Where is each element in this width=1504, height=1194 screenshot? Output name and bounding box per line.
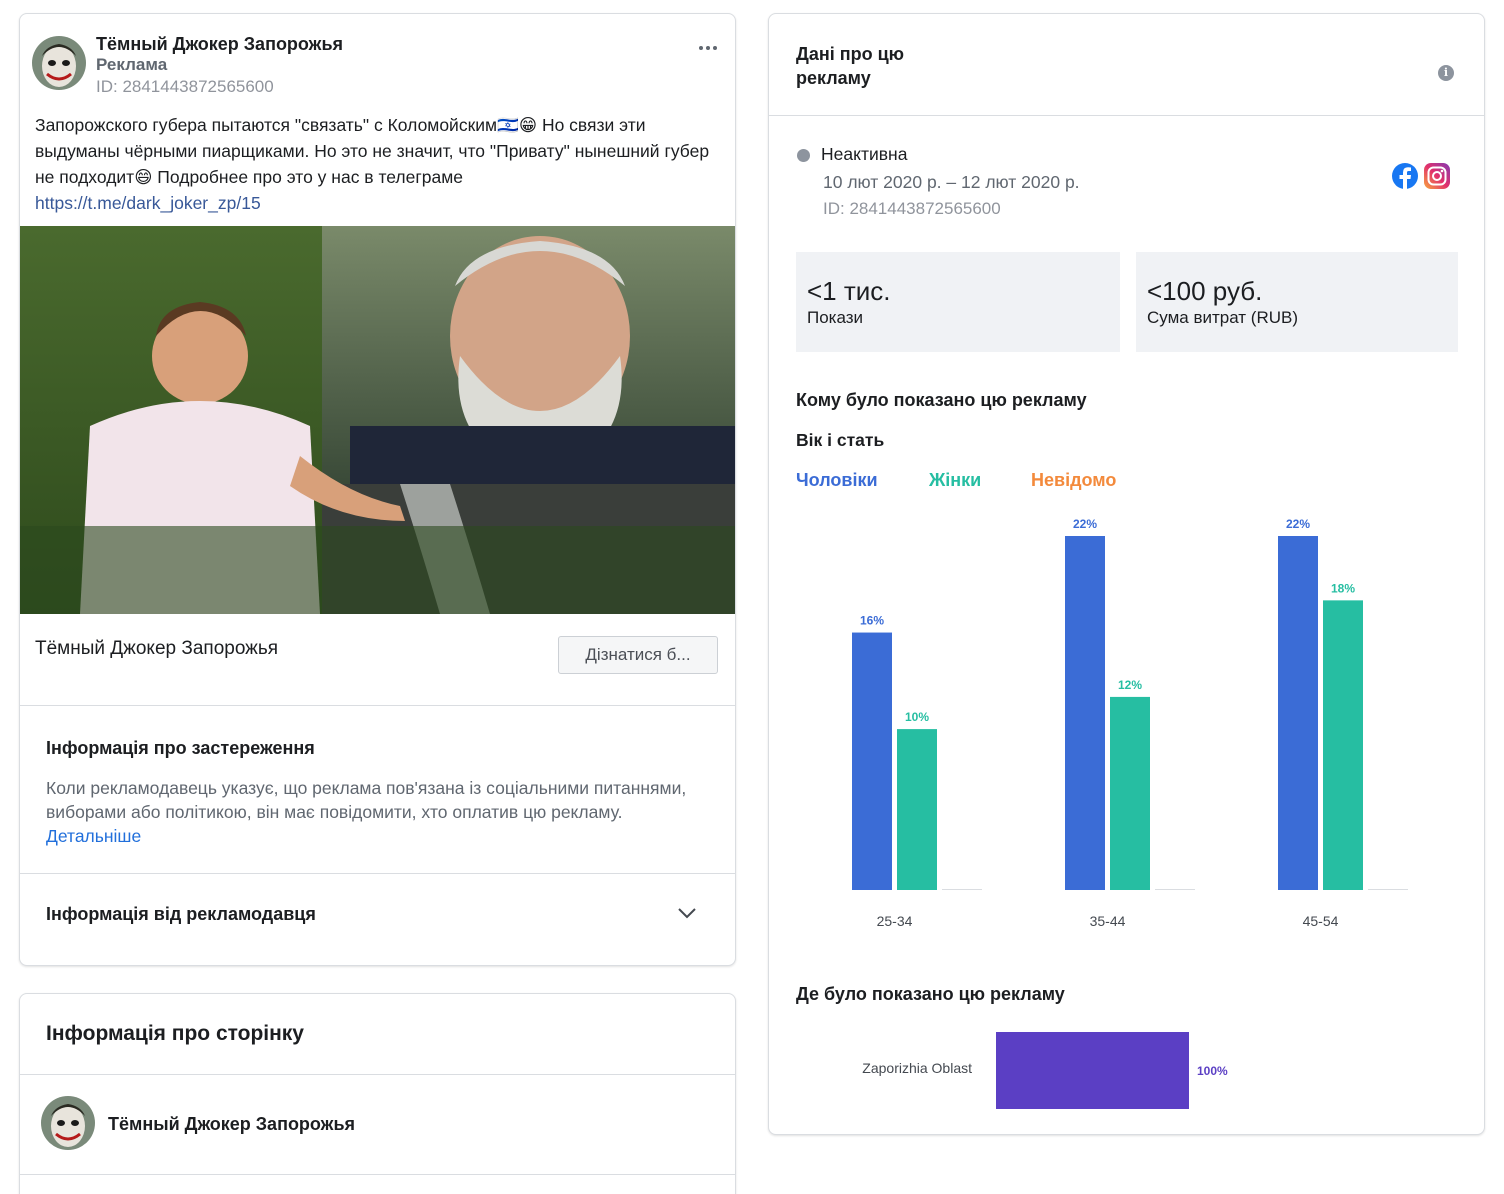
page-avatar[interactable] xyxy=(41,1096,95,1150)
info-icon[interactable]: i xyxy=(1438,65,1454,81)
bar-men-45-54[interactable] xyxy=(1278,536,1318,890)
page-info-title: Інформація про сторінку xyxy=(46,1022,304,1045)
bar-unknown-35-44[interactable] xyxy=(1155,889,1195,890)
age-gender-title: Вік і стать xyxy=(796,430,885,450)
tick-label-35-44: 35-44 xyxy=(1090,913,1126,929)
bar-label-men-45-54: 22% xyxy=(1286,517,1310,531)
disclaimer-text: Коли рекламодавець указує, що реклама по… xyxy=(46,778,687,822)
ad-body-text: Запорожского губера пытаются "связать" с… xyxy=(35,115,710,187)
details-ad-id: ID: 2841443872565600 xyxy=(823,199,1001,218)
page-info-row[interactable]: Тёмный Джокер Запорожья xyxy=(20,1075,735,1175)
bar-label-women-35-44: 12% xyxy=(1118,678,1142,692)
ad-body: Запорожского губера пытаются "связать" с… xyxy=(35,112,730,216)
bar-label-women-25-34: 10% xyxy=(905,710,929,724)
tick-label-25-34: 25-34 xyxy=(877,913,913,929)
region-bar[interactable] xyxy=(996,1032,1189,1109)
advertiser-info-section[interactable]: Інформація від рекламодавця xyxy=(20,874,735,965)
disclaimer-title: Інформація про застереження xyxy=(46,738,315,758)
disclaimer-body: Коли рекламодавець указує, що реклама по… xyxy=(46,776,706,848)
sponsored-label: Реклама xyxy=(96,55,168,74)
cta-page-name: Тёмный Джокер Запорожья xyxy=(35,638,279,659)
advertiser-info-title: Інформація від рекламодавця xyxy=(46,904,316,924)
facebook-icon xyxy=(1392,163,1418,189)
legend-men[interactable]: Чоловіки xyxy=(796,470,878,491)
impressions-box: <1 тис. Покази xyxy=(796,252,1120,352)
status-row: Неактивна 10 лют 2020 р. – 12 лют 2020 р… xyxy=(797,144,1457,224)
ad-page-name[interactable]: Тёмный Джокер Запорожья xyxy=(96,34,343,55)
tick-label-45-54: 45-54 xyxy=(1303,913,1339,929)
bar-women-45-54[interactable] xyxy=(1323,600,1363,890)
spend-box: <100 руб. Сума витрат (RUB) xyxy=(1136,252,1458,352)
legend-unknown[interactable]: Невідомо xyxy=(1031,470,1116,491)
details-title: Дані про цю рекламу xyxy=(796,44,905,88)
impressions-label: Покази xyxy=(807,308,864,327)
bar-women-35-44[interactable] xyxy=(1110,696,1150,890)
bar-unknown-45-54[interactable] xyxy=(1368,889,1408,890)
status-text: Неактивна xyxy=(821,144,908,164)
ad-image[interactable] xyxy=(20,226,735,614)
status-dot-icon xyxy=(797,149,810,162)
region-label: Zaporizhia Oblast xyxy=(862,1060,972,1076)
region-value-label: 100% xyxy=(1197,1064,1228,1078)
disclaimer-section: Інформація про застереження Коли рекламо… xyxy=(20,706,735,874)
impressions-value: <1 тис. xyxy=(807,276,891,306)
details-header: Дані про цю рекламу i xyxy=(769,14,1484,116)
spend-value: <100 руб. xyxy=(1147,276,1263,306)
platform-icons xyxy=(1391,162,1451,190)
ad-link[interactable]: https://t.me/dark_joker_zp/15 xyxy=(35,193,261,213)
learn-more-link[interactable]: Детальніше xyxy=(46,826,141,846)
region-title: Де було показано цю рекламу xyxy=(796,984,1065,1004)
audience-title: Кому було показано цю рекламу xyxy=(796,390,1087,410)
learn-more-button[interactable]: Дізнатися б... xyxy=(558,636,718,674)
ad-details-card: Дані про цю рекламу i Неактивна 10 лют 2… xyxy=(768,13,1485,1135)
bar-label-women-45-54: 18% xyxy=(1331,581,1355,595)
bar-label-men-35-44: 22% xyxy=(1073,517,1097,531)
bar-label-men-25-34: 16% xyxy=(860,614,884,628)
bar-unknown-25-34[interactable] xyxy=(942,889,982,890)
ad-id: ID: 2841443872565600 xyxy=(96,77,274,96)
page-info-card: Інформація про сторінку Тёмный Джокер За… xyxy=(19,993,736,1194)
instagram-icon xyxy=(1424,163,1450,189)
cta-row: Тёмный Джокер Запорожья Дізнатися б... xyxy=(20,614,735,706)
age-gender-chart: 16% 10% 25-34 22% 12% 35-44 22% 18% 45-54 xyxy=(852,517,1408,929)
page-info-name[interactable]: Тёмный Джокер Запорожья xyxy=(108,1114,355,1135)
status-dates: 10 лют 2020 р. – 12 лют 2020 р. xyxy=(823,172,1080,192)
region-chart: Zaporizhia Oblast 100% xyxy=(862,1032,1228,1109)
spend-label: Сума витрат (RUB) xyxy=(1147,308,1299,327)
legend-women[interactable]: Жінки xyxy=(929,470,981,491)
bar-men-35-44[interactable] xyxy=(1065,536,1105,890)
chevron-down-icon[interactable] xyxy=(676,902,698,924)
more-options-icon[interactable] xyxy=(694,38,722,58)
ad-card: Тёмный Джокер Запорожья Реклама ID: 2841… xyxy=(19,13,736,966)
bar-men-25-34[interactable] xyxy=(852,632,892,890)
bar-women-25-34[interactable] xyxy=(897,729,937,890)
page-avatar[interactable] xyxy=(32,36,86,90)
ad-header: Тёмный Джокер Запорожья Реклама ID: 2841… xyxy=(32,34,722,114)
